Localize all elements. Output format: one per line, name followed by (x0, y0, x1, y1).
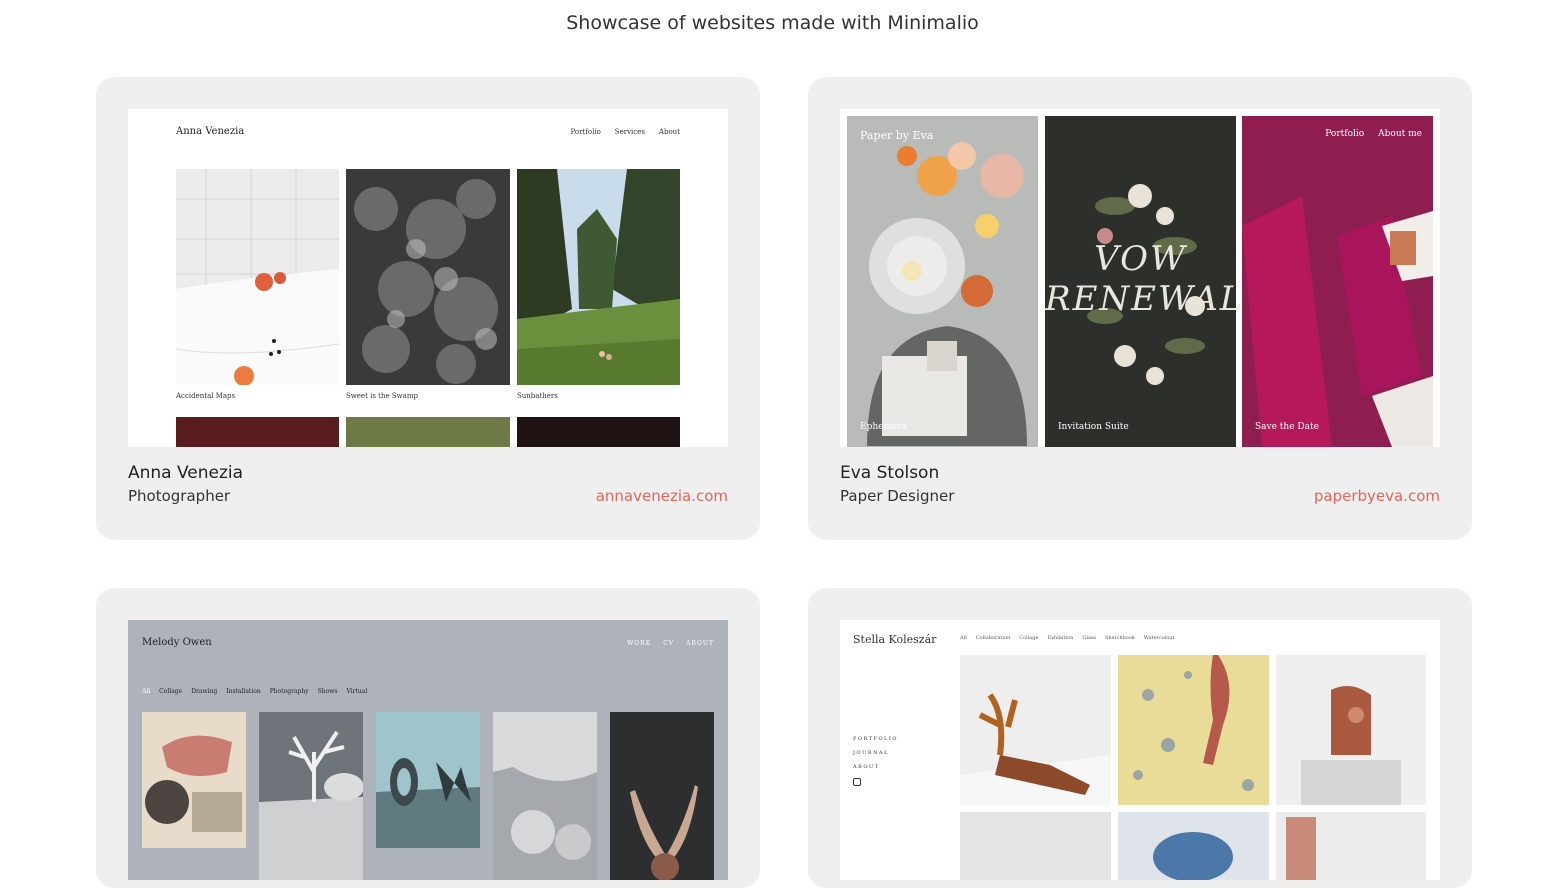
filter-watercolour: Watercolour (1143, 635, 1175, 641)
site-filters: All Collage Drawing Installation Photogr… (142, 688, 367, 695)
panel-ephemera (847, 116, 1038, 447)
site-screenshot[interactable]: Anna Venezia Portfolio Services About Ac… (128, 109, 728, 447)
eva-nav-about: About me (1378, 129, 1422, 139)
filter-all: All (142, 688, 151, 695)
panel-save-the-date (1242, 116, 1433, 447)
filter-collaboration: Collaboration (975, 635, 1011, 641)
artwork-row2-3 (1276, 812, 1426, 880)
invitation-art-text: VOW RENEWAL (1045, 239, 1245, 319)
photo-sunbathers (517, 169, 680, 385)
site-brand: Melody Owen (142, 637, 212, 648)
site-nav-services: Services (614, 128, 645, 136)
filter-sketchbook: Sketchbook (1105, 635, 1135, 641)
filter-shows: Shows (317, 688, 338, 695)
filter-exhibition: Exhibition (1047, 635, 1074, 641)
filter-collage: Collage (1019, 635, 1039, 641)
caption-sunbathers: Sunbathers (517, 392, 558, 400)
photo-sweet-is-the-swamp (346, 169, 510, 385)
eva-nav: Portfolio About me (1325, 129, 1422, 139)
showcase-card-eva-stolson[interactable]: Paper by Eva Ephemera VOW RENEWAL Invita… (808, 77, 1472, 540)
card-site-link[interactable]: paperbyeva.com (1314, 487, 1440, 505)
artwork-glass-hand (960, 655, 1111, 805)
artwork-4 (493, 712, 597, 880)
caption-accidental-maps: Accidental Maps (176, 392, 236, 400)
panel-label-save-the-date: Save the Date (1255, 422, 1319, 432)
card-role: Photographer (128, 487, 231, 505)
site-nav: Portfolio Services About (570, 128, 680, 136)
filter-photography: Photography (269, 688, 309, 695)
site-nav-portfolio: Portfolio (570, 128, 601, 136)
site-screenshot[interactable]: Stella Koleszár All Collaboration Collag… (840, 620, 1440, 880)
page-title: Showcase of websites made with Minimalio (566, 12, 979, 34)
card-role: Paper Designer (840, 487, 955, 505)
caption-sweet-is-the-swamp: Sweet is the Swamp (346, 392, 418, 400)
site-screenshot[interactable]: Paper by Eva Ephemera VOW RENEWAL Invita… (840, 109, 1440, 447)
site-nav-about: ABOUT (686, 640, 714, 647)
filter-all: All (960, 635, 967, 641)
filter-glass: Glass (1082, 635, 1097, 641)
artwork-row2-1 (960, 812, 1111, 880)
filter-installation: Installation (226, 688, 261, 695)
site-filters: All Collaboration Collage Exhibition Gla… (960, 635, 1175, 641)
artwork-row2-2 (1118, 812, 1269, 880)
showcase-card-melody-owen[interactable]: Melody Owen WORK CV ABOUT All Collage Dr… (96, 588, 760, 888)
artwork-watercolour (1118, 655, 1269, 805)
panel-label-ephemera: Ephemera (860, 422, 907, 432)
site-nav-work: WORK (627, 640, 652, 647)
side-nav-about: ABOUT (853, 764, 880, 770)
eva-nav-portfolio: Portfolio (1325, 129, 1365, 139)
panel-label-invitation-suite: Invitation Suite (1058, 422, 1129, 432)
filter-virtual: Virtual (346, 688, 368, 695)
side-nav-portfolio: PORTFOLIO (853, 736, 898, 742)
side-nav-journal: JOURNAL (853, 750, 889, 756)
filter-drawing: Drawing (191, 688, 218, 695)
photo-accidental-maps (176, 169, 339, 385)
artwork-glass-head (1276, 655, 1426, 805)
photo-row2-3 (517, 417, 680, 447)
site-side-nav: PORTFOLIO JOURNAL ABOUT (853, 732, 898, 786)
site-brand: Stella Koleszár (853, 633, 937, 646)
site-screenshot[interactable]: Melody Owen WORK CV ABOUT All Collage Dr… (128, 620, 728, 880)
showcase-card-stella-koleszar[interactable]: Stella Koleszár All Collaboration Collag… (808, 588, 1472, 888)
card-site-link[interactable]: annavenezia.com (596, 487, 728, 505)
filter-collage: Collage (159, 688, 183, 695)
artwork-3 (376, 712, 480, 848)
photo-row2-2 (346, 417, 510, 447)
card-name: Eva Stolson (840, 463, 940, 483)
site-nav-about: About (658, 128, 680, 136)
eva-brand: Paper by Eva (860, 129, 934, 142)
showcase-card-anna-venezia[interactable]: Anna Venezia Portfolio Services About Ac… (96, 77, 760, 540)
artwork-1 (142, 712, 246, 848)
artwork-5 (610, 712, 714, 880)
instagram-icon (853, 778, 861, 786)
photo-row2-1 (176, 417, 339, 447)
card-name: Anna Venezia (128, 463, 244, 483)
site-nav: WORK CV ABOUT (627, 640, 714, 647)
site-brand: Anna Venezia (176, 126, 245, 137)
artwork-2 (259, 712, 363, 880)
site-nav-cv: CV (663, 640, 675, 647)
